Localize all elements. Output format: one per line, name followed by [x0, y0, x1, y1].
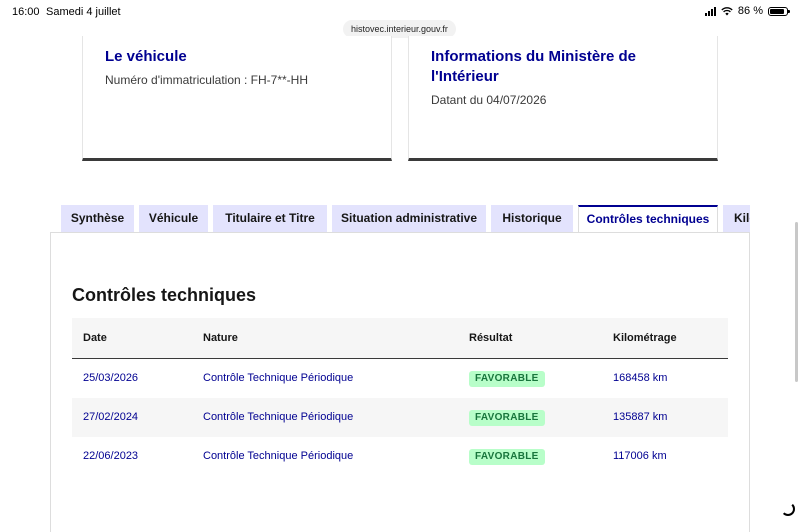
section-title: Contrôles techniques — [72, 285, 257, 305]
tab-titulaire-titre[interactable]: Titulaire et Titre — [213, 205, 327, 232]
battery-percentage: 86 % — [737, 5, 763, 17]
row-nature: Contrôle Technique Périodique — [203, 411, 354, 423]
wifi-icon — [721, 6, 733, 15]
tab-synthese[interactable]: Synthèse — [61, 205, 134, 232]
column-header-result: Résultat — [469, 332, 513, 344]
tab-controles-techniques[interactable]: Contrôles techniques — [578, 205, 718, 233]
tab-historique[interactable]: Historique — [491, 205, 573, 232]
tab-situation-administrative[interactable]: Situation administrative — [332, 205, 486, 232]
tab-vehicule[interactable]: Véhicule — [139, 205, 208, 232]
loading-spinner-icon — [781, 502, 795, 516]
vehicle-card-title: Le véhicule — [105, 48, 187, 65]
table-row: 27/02/2024 Contrôle Technique Périodique… — [72, 398, 728, 437]
row-nature: Contrôle Technique Périodique — [203, 450, 354, 462]
row-mileage: 168458 km — [613, 372, 668, 384]
status-badge: FAVORABLE — [469, 371, 545, 387]
row-nature: Contrôle Technique Périodique — [203, 372, 354, 384]
row-mileage: 117006 km — [613, 450, 667, 462]
ministere-card-title: Informations du Ministère de l'Intérieur — [431, 48, 637, 85]
controls-table: Date Nature Résultat Kilométrage 25/03/2… — [72, 318, 728, 476]
status-date: Samedi 4 juillet — [46, 6, 121, 18]
status-time: 16:00 — [12, 6, 40, 18]
table-row: 25/03/2026 Contrôle Technique Périodique… — [72, 359, 728, 398]
column-header-date: Date — [83, 332, 107, 344]
data-date: Datant du 04/07/2026 — [431, 93, 547, 107]
battery-icon — [768, 6, 790, 16]
registration-number: Numéro d'immatriculation : FH-7**-HH — [105, 73, 309, 87]
row-mileage: 135887 km — [613, 411, 668, 423]
row-date: 25/03/2026 — [83, 372, 139, 384]
status-badge: FAVORABLE — [469, 449, 545, 465]
status-badge: FAVORABLE — [469, 410, 545, 426]
cellular-signal-icon — [704, 6, 716, 16]
ministere-card: Informations du Ministère de l'Intérieur… — [408, 36, 718, 161]
scrollbar[interactable] — [795, 222, 798, 382]
row-date: 27/02/2024 — [83, 411, 139, 423]
tab-kilometrage[interactable]: Kilométrage — [723, 205, 750, 232]
tab-bar: Synthèse Véhicule Titulaire et Titre Sit… — [61, 205, 750, 233]
table-header: Date Nature Résultat Kilométrage — [72, 318, 728, 359]
table-row: 22/06/2023 Contrôle Technique Périodique… — [72, 437, 728, 476]
row-date: 22/06/2023 — [83, 450, 139, 462]
vehicle-card: Le véhicule Numéro d'immatriculation : F… — [82, 36, 392, 161]
status-indicators: 86 % — [704, 5, 790, 17]
column-header-nature: Nature — [203, 332, 238, 344]
column-header-mileage: Kilométrage — [613, 332, 677, 344]
